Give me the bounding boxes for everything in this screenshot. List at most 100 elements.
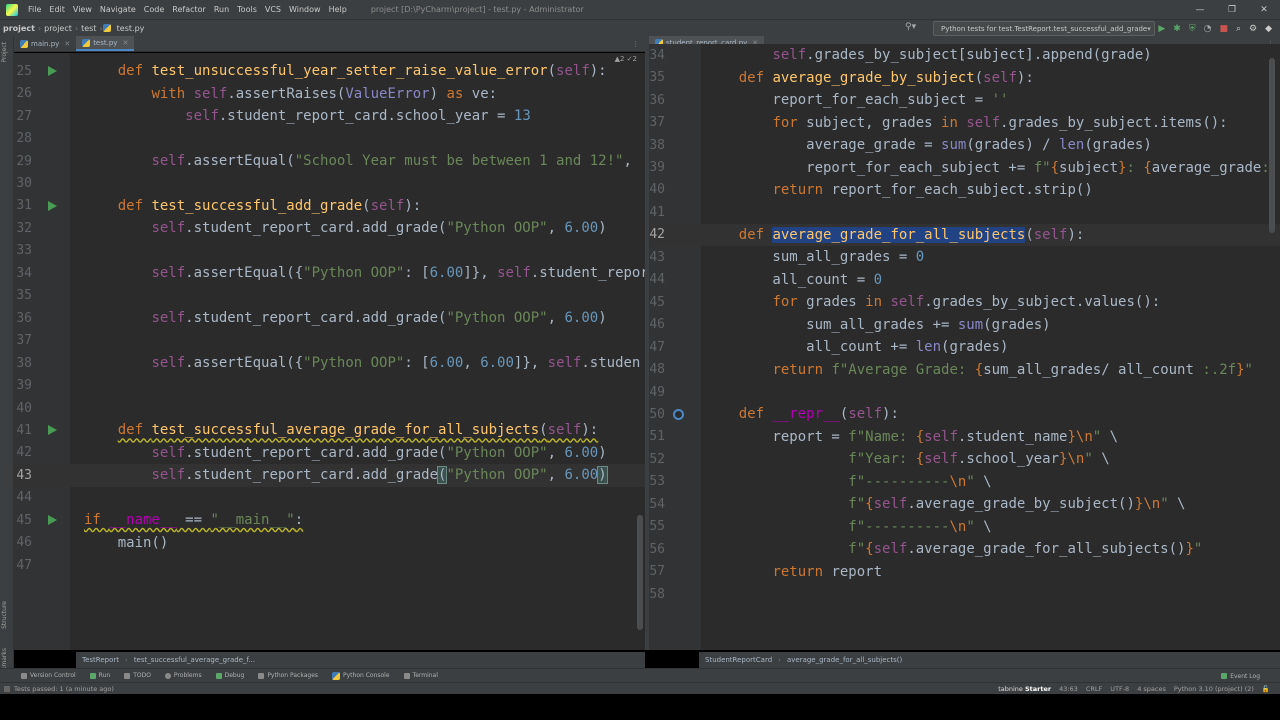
jetbrains-logo-icon[interactable]: ◆ xyxy=(1265,24,1272,34)
debug-tool[interactable]: Debug xyxy=(209,672,252,679)
code-line[interactable]: 34 self.grades_by_subject[subject].appen… xyxy=(649,44,1280,67)
code-line[interactable]: 25 def test_unsuccessful_year_setter_rai… xyxy=(14,60,645,83)
run-tool[interactable]: Run xyxy=(83,672,118,679)
code-line[interactable]: 45 for grades in self.grades_by_subject.… xyxy=(649,291,1280,314)
breadcrumb-method[interactable]: test_successful_average_grade_f... xyxy=(128,656,261,664)
code-line[interactable]: 44 all_count = 0 xyxy=(649,269,1280,292)
event-log-tool[interactable]: Event Log xyxy=(1221,669,1260,683)
code-line[interactable]: 37 for subject, grades in self.grades_by… xyxy=(649,111,1280,134)
code-line[interactable]: 35 xyxy=(14,285,645,308)
profile-icon[interactable]: ◔ xyxy=(1204,24,1212,34)
run-test-gutter-icon[interactable] xyxy=(48,200,57,211)
code-line[interactable]: 32 self.student_report_card.add_grade("P… xyxy=(14,217,645,240)
code-line[interactable]: 55 f"----------\n" \ xyxy=(649,515,1280,538)
python-interpreter[interactable]: Python 3.10 (project) (2) xyxy=(1174,685,1254,693)
menu-item-help[interactable]: Help xyxy=(325,5,351,14)
close-tab-icon[interactable]: ✕ xyxy=(122,39,128,47)
run-configuration-select[interactable]: Python tests for test.TestReport.test_su… xyxy=(933,21,1155,36)
lock-icon[interactable]: 🔓 xyxy=(1262,685,1270,693)
coverage-icon[interactable]: ⛨ xyxy=(1189,24,1196,34)
code-line[interactable]: 43 self.student_report_card.add_grade("P… xyxy=(14,464,645,487)
minimize-button[interactable]: — xyxy=(1184,0,1216,19)
indent-setting[interactable]: 4 spaces xyxy=(1137,685,1166,693)
close-tab-icon[interactable]: ✕ xyxy=(64,40,70,48)
code-line[interactable]: 36 report_for_each_subject = '' xyxy=(649,89,1280,112)
menu-item-refactor[interactable]: Refactor xyxy=(168,5,210,14)
code-line[interactable]: 42 self.student_report_card.add_grade("P… xyxy=(14,442,645,465)
menu-item-vcs[interactable]: VCS xyxy=(261,5,285,14)
terminal-tool[interactable]: Terminal xyxy=(397,672,445,679)
code-line[interactable]: 54 f"{self.average_grade_by_subject()}\n… xyxy=(649,493,1280,516)
left-scrollbar[interactable] xyxy=(637,515,643,630)
menu-item-run[interactable]: Run xyxy=(210,5,233,14)
code-line[interactable]: 37 xyxy=(14,329,645,352)
breadcrumb-class[interactable]: StudentReportCard xyxy=(699,656,778,664)
breadcrumb-test-folder[interactable]: test xyxy=(78,24,99,33)
code-line[interactable]: 34 self.assertEqual({"Python OOP": [6.00… xyxy=(14,262,645,285)
run-icon[interactable]: ▶ xyxy=(1158,24,1165,34)
code-line[interactable]: 45 if __name__ == "__main__": xyxy=(14,509,645,532)
debug-icon[interactable]: ✱ xyxy=(1173,24,1181,34)
menu-item-code[interactable]: Code xyxy=(140,5,168,14)
tabnine-widget[interactable]: tabnine Starter xyxy=(998,685,1051,693)
code-line[interactable]: 50 def __repr__(self): xyxy=(649,403,1280,426)
code-line[interactable]: 51 report = f"Name: {self.student_name}\… xyxy=(649,426,1280,449)
user-icon[interactable]: ⚲▾ xyxy=(905,22,916,32)
stop-icon[interactable]: ■ xyxy=(1219,24,1228,34)
menu-item-file[interactable]: File xyxy=(24,5,45,14)
code-line[interactable]: 56 f"{self.average_grade_for_all_subject… xyxy=(649,538,1280,561)
version-control-tool[interactable]: Version Control xyxy=(14,672,83,679)
breadcrumb-project[interactable]: project xyxy=(41,24,75,33)
code-line[interactable]: 47 xyxy=(14,554,645,577)
code-line[interactable]: 52 f"Year: {self.school_year}\n" \ xyxy=(649,448,1280,471)
project-tool-tab[interactable]: Project xyxy=(1,42,8,63)
code-line[interactable]: 33 xyxy=(14,240,645,263)
code-line[interactable]: 26 with self.assertRaises(ValueError) as… xyxy=(14,82,645,105)
code-line[interactable]: 43 sum_all_grades = 0 xyxy=(649,246,1280,269)
code-line[interactable]: 36 self.student_report_card.add_grade("P… xyxy=(14,307,645,330)
menu-item-navigate[interactable]: Navigate xyxy=(96,5,140,14)
line-separator[interactable]: CRLF xyxy=(1086,685,1102,693)
tab-main-py[interactable]: main.py ✕ xyxy=(14,36,76,51)
search-icon[interactable]: ⌕ xyxy=(1236,24,1241,34)
code-line[interactable]: 42 def average_grade_for_all_subjects(se… xyxy=(649,223,1280,247)
code-line[interactable]: 38 self.assertEqual({"Python OOP": [6.00… xyxy=(14,352,645,375)
python-console-tool[interactable]: Python Console xyxy=(325,671,397,680)
right-scrollbar[interactable] xyxy=(1269,58,1275,233)
code-line[interactable]: 29 self.assertEqual("School Year must be… xyxy=(14,150,645,173)
code-line[interactable]: 46 main() xyxy=(14,531,645,554)
menu-item-window[interactable]: Window xyxy=(285,5,325,14)
problems-tool[interactable]: Problems xyxy=(158,672,209,679)
python-packages-tool[interactable]: Python Packages xyxy=(251,672,325,679)
code-line[interactable]: 49 xyxy=(649,381,1280,404)
structure-tool-tab[interactable]: Structure xyxy=(1,601,8,629)
menu-item-view[interactable]: View xyxy=(69,5,96,14)
breadcrumb-project-root[interactable]: project xyxy=(0,24,38,33)
status-message[interactable]: Tests passed: 1 (a minute ago) xyxy=(14,685,114,693)
file-encoding[interactable]: UTF-8 xyxy=(1110,685,1129,693)
menu-item-edit[interactable]: Edit xyxy=(45,5,69,14)
code-line[interactable]: 47 all_count += len(grades) xyxy=(649,336,1280,359)
run-test-gutter-icon[interactable] xyxy=(48,425,57,436)
code-line[interactable]: 31 def test_successful_add_grade(self): xyxy=(14,195,645,218)
left-code-editor[interactable]: ▲2 ✓2 25 def test_unsuccessful_year_sett… xyxy=(14,53,645,650)
menu-item-tools[interactable]: Tools xyxy=(233,5,261,14)
code-line[interactable]: 53 f"----------\n" \ xyxy=(649,471,1280,494)
settings-icon[interactable]: ⚙ xyxy=(1249,24,1257,34)
code-line[interactable]: 41 def test_successful_average_grade_for… xyxy=(14,419,645,442)
code-line[interactable]: 57 return report xyxy=(649,560,1280,583)
code-line[interactable]: 58 xyxy=(649,583,1280,606)
code-line[interactable]: 44 xyxy=(14,487,645,510)
todo-tool[interactable]: TODO xyxy=(117,672,158,679)
close-button[interactable]: ✕ xyxy=(1248,0,1280,19)
code-line[interactable]: 27 self.student_report_card.school_year … xyxy=(14,105,645,128)
right-code-editor[interactable]: 34 self.grades_by_subject[subject].appen… xyxy=(649,44,1280,650)
maximize-button[interactable]: ❐ xyxy=(1216,0,1248,19)
status-toggle-icon[interactable] xyxy=(4,685,10,692)
code-line[interactable]: 39 report_for_each_subject += f"{subject… xyxy=(649,156,1280,179)
code-line[interactable]: 30 xyxy=(14,172,645,195)
breadcrumb-test-file[interactable]: test.py xyxy=(114,24,148,33)
code-line[interactable]: 40 xyxy=(14,397,645,420)
breadcrumb-class[interactable]: TestReport xyxy=(76,656,125,664)
code-line[interactable]: 40 return report_for_each_subject.strip(… xyxy=(649,179,1280,202)
